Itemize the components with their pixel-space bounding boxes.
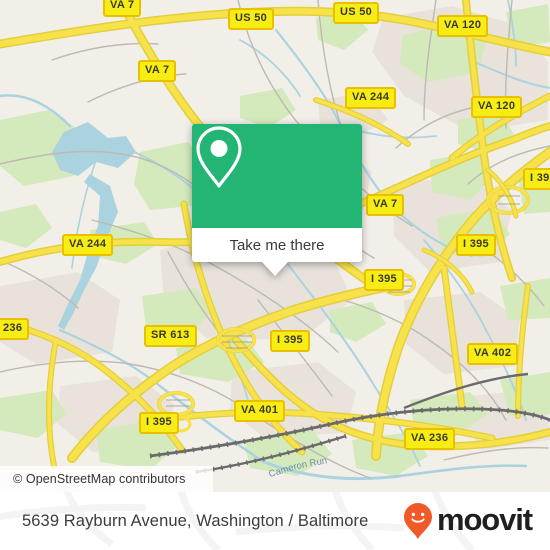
road-shield: VA 120 [437, 15, 489, 37]
osm-attribution[interactable]: © OpenStreetMap contributors [0, 466, 213, 492]
moovit-pin-smiley-icon [403, 503, 432, 539]
road-shield: US 50 [333, 2, 380, 24]
osm-attribution-text: © OpenStreetMap contributors [13, 472, 186, 486]
road-shield: VA 401 [234, 400, 286, 422]
road-shield: VA 120 [471, 96, 523, 118]
moovit-wordmark: moovit [436, 501, 533, 537]
footer-bar: 5639 Rayburn Avenue, Washington / Baltim… [0, 492, 550, 550]
road-shield: SR 613 [144, 325, 197, 347]
take-me-there-button[interactable]: Take me there [192, 228, 362, 262]
destination-callout[interactable]: Take me there [192, 124, 362, 276]
road-shield: VA 7 [103, 0, 142, 17]
callout-header [192, 124, 362, 228]
road-shield: VA 7 [138, 60, 177, 82]
callout-pointer [262, 262, 288, 276]
road-shield: I 395 [139, 412, 179, 434]
road-shield: I 395 [364, 269, 404, 291]
address-text: 5639 Rayburn Avenue, Washington / Baltim… [22, 511, 369, 530]
road-shield: US 50 [228, 8, 275, 30]
map-canvas[interactable]: Cameron Run VA 7 US 50 US 50 VA 120 VA 7… [0, 0, 550, 492]
road-shield: VA 236 [0, 318, 30, 340]
road-shield: VA 402 [467, 343, 519, 365]
road-shield: VA 236 [404, 428, 456, 450]
road-shield: VA 244 [345, 87, 397, 109]
take-me-there-label: Take me there [229, 236, 325, 254]
moovit-map-screenshot: Cameron Run VA 7 US 50 US 50 VA 120 VA 7… [0, 0, 550, 550]
moovit-logo[interactable]: moovit [403, 492, 533, 550]
map-pin-icon [196, 126, 242, 188]
road-shield: I 395 [270, 330, 310, 352]
road-shield: I 395 [456, 234, 496, 256]
road-shield: VA 244 [62, 234, 114, 256]
road-shield: VA 7 [366, 194, 405, 216]
address-label: 5639 Rayburn Avenue, Washington / Baltim… [22, 492, 368, 550]
road-shield: I 395 [523, 168, 550, 190]
